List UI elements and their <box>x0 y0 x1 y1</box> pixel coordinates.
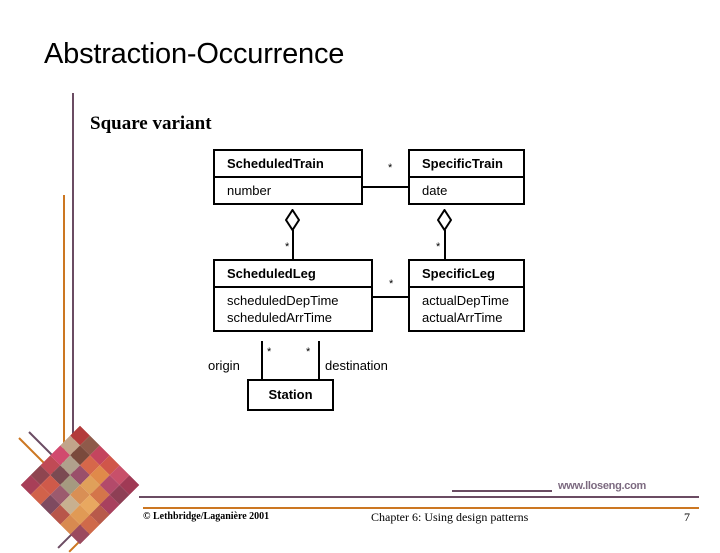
class-name-scheduled-leg: ScheduledLeg <box>215 261 371 288</box>
class-attribute: actualArrTime <box>422 310 503 325</box>
class-name-station: Station <box>268 387 313 402</box>
class-box-specific-train[interactable]: SpecificTrain date <box>408 149 525 205</box>
decorative-vertical-rule-orange <box>63 195 65 480</box>
class-name-specific-train: SpecificTrain <box>410 151 523 178</box>
aggregation-line-specific <box>444 230 446 259</box>
association-line-origin <box>261 341 263 379</box>
page-title: Abstraction-Occurrence <box>44 38 345 70</box>
class-box-scheduled-leg[interactable]: ScheduledLeg scheduledDepTime scheduledA… <box>213 259 373 332</box>
decorative-horizontal-rule-purple <box>139 496 699 498</box>
class-attributes-specific-leg: actualDepTime actualArrTime <box>410 288 523 330</box>
class-attribute: scheduledDepTime <box>227 293 339 308</box>
slide-canvas: Abstraction-Occurrence Square variant Sc… <box>0 0 720 553</box>
slide-subtitle: Square variant <box>90 113 212 134</box>
class-name-specific-leg: SpecificLeg <box>410 261 523 288</box>
class-box-specific-leg[interactable]: SpecificLeg actualDepTime actualArrTime <box>408 259 525 332</box>
class-attribute: scheduledArrTime <box>227 310 333 325</box>
association-line-train <box>363 186 408 188</box>
decorative-horizontal-rule-purple-right <box>452 490 552 492</box>
multiplicity-scheduled-leg-aggregation: * <box>285 241 290 253</box>
footer-copyright: © Lethbridge/Laganière 2001 <box>143 511 270 522</box>
role-label-origin: origin <box>208 358 240 373</box>
class-box-scheduled-train[interactable]: ScheduledTrain number <box>213 149 363 205</box>
multiplicity-leg-association: * <box>389 278 394 290</box>
footer-page-number: 7 <box>684 510 690 524</box>
multiplicity-destination: * <box>306 346 311 358</box>
footer-chapter: Chapter 6: Using design patterns <box>371 510 529 524</box>
class-attribute: date <box>422 183 448 198</box>
class-attributes-specific-train: date <box>410 178 523 203</box>
association-line-destination <box>318 341 320 379</box>
decorative-vertical-rule-purple <box>72 93 74 473</box>
class-name-scheduled-train: ScheduledTrain <box>215 151 361 178</box>
class-attribute: number <box>227 183 272 198</box>
role-label-destination: destination <box>325 358 388 373</box>
aggregation-diamond-icon <box>437 209 452 231</box>
class-attributes-scheduled-leg: scheduledDepTime scheduledArrTime <box>215 288 371 330</box>
class-box-station[interactable]: Station <box>247 379 334 411</box>
footer-website-url: www.lloseng.com <box>558 480 646 492</box>
aggregation-line-scheduled <box>292 230 294 259</box>
multiplicity-train-association: * <box>388 162 393 174</box>
multiplicity-specific-leg-aggregation: * <box>436 241 441 253</box>
class-attribute: actualDepTime <box>422 293 509 308</box>
class-attributes-scheduled-train: number <box>215 178 361 203</box>
multiplicity-origin: * <box>267 346 272 358</box>
aggregation-diamond-icon <box>285 209 300 231</box>
decorative-horizontal-rule-orange <box>143 507 699 509</box>
association-line-leg <box>373 296 408 298</box>
